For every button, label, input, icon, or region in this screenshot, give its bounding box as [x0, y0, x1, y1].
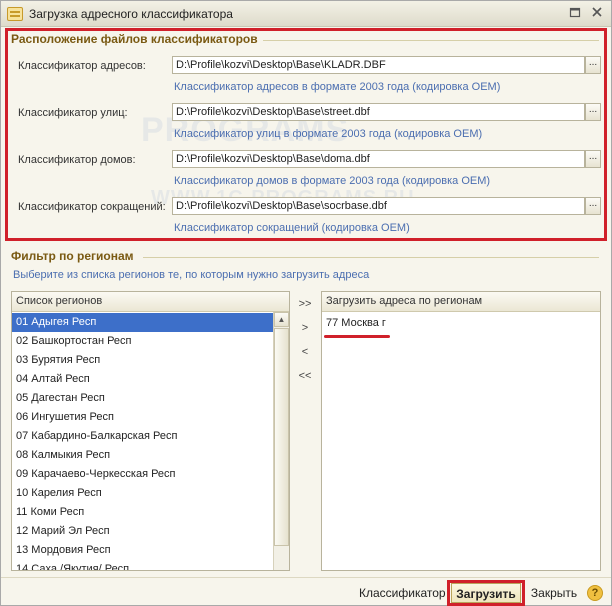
- list-item[interactable]: 13 Мордовия Респ: [12, 541, 115, 560]
- address-classifier-label: Классификатор адресов:: [18, 60, 146, 72]
- selected-regions-list[interactable]: Загрузить адреса по регионам 77 Москва г: [321, 291, 601, 571]
- list-item[interactable]: 12 Марий Эл Респ: [12, 522, 114, 541]
- list-item[interactable]: 03 Бурятия Респ: [12, 351, 104, 370]
- street-classifier-hint: Классификатор улиц в формате 2003 года (…: [174, 128, 483, 140]
- region-list-header[interactable]: Список регионов: [12, 292, 289, 312]
- address-classifier-input[interactable]: D:\Profile\kozvi\Desktop\Base\KLADR.DBF: [172, 56, 585, 74]
- scroll-thumb[interactable]: [274, 328, 289, 546]
- street-classifier-input[interactable]: D:\Profile\kozvi\Desktop\Base\street.dbf: [172, 103, 585, 121]
- app-icon: [7, 7, 23, 21]
- filter-description: Выберите из списка регионов те, по котор…: [13, 269, 370, 281]
- section-divider: [143, 257, 599, 258]
- abbreviation-classifier-label: Классификатор сокращений:: [18, 201, 166, 213]
- list-item[interactable]: 09 Карачаево-Черкесская Респ: [12, 465, 180, 484]
- add-button[interactable]: >: [293, 319, 317, 337]
- close-button[interactable]: Закрыть: [528, 583, 580, 603]
- remove-all-button[interactable]: <<: [293, 367, 317, 385]
- list-item[interactable]: 08 Калмыкия Респ: [12, 446, 114, 465]
- list-item[interactable]: 02 Башкортостан Респ: [12, 332, 136, 351]
- address-classifier-browse-button[interactable]: ...: [585, 56, 601, 74]
- close-icon[interactable]: [589, 6, 605, 22]
- window-title: Загрузка адресного классификатора: [29, 7, 233, 21]
- files-section-heading: Расположение файлов классификаторов: [11, 32, 258, 46]
- street-classifier-label: Классификатор улиц:: [18, 107, 128, 119]
- title-bar[interactable]: Загрузка адресного классификатора: [1, 1, 611, 27]
- abbreviation-classifier-browse-button[interactable]: ...: [585, 197, 601, 215]
- abbreviation-classifier-hint: Классификатор сокращений (кодировка OEM): [174, 222, 410, 234]
- scroll-up-icon[interactable]: ▲: [274, 312, 289, 327]
- section-divider: [263, 40, 599, 41]
- house-classifier-browse-button[interactable]: ...: [585, 150, 601, 168]
- add-all-button[interactable]: >>: [293, 295, 317, 313]
- bottom-bar: Классификатор Загрузить Закрыть ?: [1, 577, 611, 606]
- list-item[interactable]: 06 Ингушетия Респ: [12, 408, 118, 427]
- abbreviation-classifier-input[interactable]: D:\Profile\kozvi\Desktop\Base\socrbase.d…: [172, 197, 585, 215]
- filter-section-heading: Фильтр по регионам: [11, 249, 134, 263]
- help-icon[interactable]: ?: [587, 585, 603, 601]
- list-item[interactable]: 01 Адыгея Респ: [12, 313, 274, 332]
- region-list-scrollbar[interactable]: ▲: [273, 312, 289, 570]
- house-classifier-input[interactable]: D:\Profile\kozvi\Desktop\Base\doma.dbf: [172, 150, 585, 168]
- selected-list-header[interactable]: Загрузить адреса по регионам: [322, 292, 600, 312]
- classifier-button[interactable]: Классификатор: [359, 583, 446, 603]
- list-item[interactable]: 07 Кабардино-Балкарская Респ: [12, 427, 181, 446]
- maximize-icon[interactable]: [567, 6, 583, 22]
- house-classifier-label: Классификатор домов:: [18, 154, 136, 166]
- list-item[interactable]: 14 Саха /Якутия/ Респ: [12, 560, 133, 570]
- list-item[interactable]: 04 Алтай Респ: [12, 370, 94, 389]
- house-classifier-hint: Классификатор домов в формате 2003 года …: [174, 175, 491, 187]
- street-classifier-browse-button[interactable]: ...: [585, 103, 601, 121]
- list-item[interactable]: 11 Коми Респ: [12, 503, 88, 522]
- dialog-window: Загрузка адресного классификатора PROGRA…: [0, 0, 612, 606]
- remove-button[interactable]: <: [293, 343, 317, 361]
- list-item[interactable]: 05 Дагестан Респ: [12, 389, 109, 408]
- region-list[interactable]: Список регионов 01 Адыгея Респ 02 Башкор…: [11, 291, 290, 571]
- highlight-underline: [324, 335, 390, 338]
- list-item[interactable]: 77 Москва г: [322, 314, 390, 333]
- list-item[interactable]: 10 Карелия Респ: [12, 484, 106, 503]
- address-classifier-hint: Классификатор адресов в формате 2003 год…: [174, 81, 501, 93]
- load-button[interactable]: Загрузить: [451, 583, 521, 603]
